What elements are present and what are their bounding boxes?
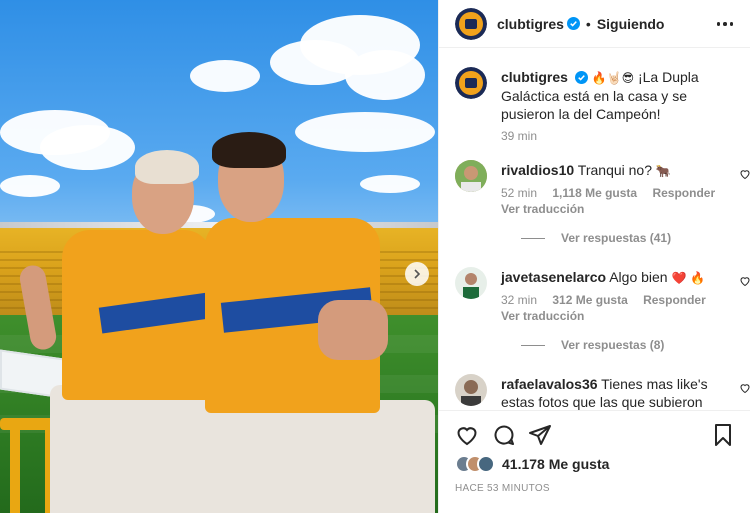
- comment-body: rivaldios10 Tranqui no? 🐂 52 min 1,118 M…: [501, 161, 731, 217]
- post-sidebar: clubtigres • Siguiendo clubtigres 🔥🤘🏻😎 ¡…: [438, 0, 750, 513]
- comment-emoji: 🐂: [655, 164, 671, 178]
- separator-dot: •: [585, 15, 591, 32]
- comment-username[interactable]: rivaldios10: [501, 162, 574, 178]
- liker-avatar: [477, 455, 495, 473]
- translate-button[interactable]: Ver traducción: [501, 308, 731, 324]
- view-replies-button[interactable]: Ver respuestas (41): [521, 231, 671, 245]
- replies-label[interactable]: Ver respuestas (41): [561, 231, 671, 245]
- cloud: [190, 60, 260, 92]
- comment-text: Algo bien: [609, 269, 668, 285]
- more-options-icon[interactable]: [715, 14, 735, 34]
- header-username[interactable]: clubtigres: [497, 16, 564, 32]
- verified-badge-icon: [574, 71, 588, 84]
- comment-icon[interactable]: [492, 423, 516, 447]
- comment-meta: 32 min 312 Me gusta Responder: [501, 292, 731, 308]
- heart-icon[interactable]: [739, 382, 750, 394]
- comment-likes[interactable]: 1,118 Me gusta: [552, 186, 637, 200]
- heart-icon[interactable]: [739, 275, 750, 287]
- avatar[interactable]: [455, 7, 487, 40]
- avatar[interactable]: [455, 374, 487, 406]
- caption-time: 39 min: [501, 129, 538, 143]
- avatar[interactable]: [455, 267, 487, 299]
- cloud: [295, 112, 435, 152]
- tigres-logo-icon: [455, 67, 487, 99]
- chevron-right-icon: [414, 269, 421, 279]
- pants: [200, 400, 435, 513]
- comment-body: rafaelavalos36 Tienes mas like's estas f…: [501, 375, 731, 410]
- verified-badge-icon: [566, 17, 580, 30]
- comment-emoji: ❤️ 🔥: [671, 271, 706, 285]
- share-icon[interactable]: [528, 423, 552, 447]
- post-header: clubtigres • Siguiendo: [439, 0, 750, 48]
- following-button[interactable]: Siguiendo: [597, 16, 665, 32]
- likes-count[interactable]: 41.178 Me gusta: [502, 456, 609, 472]
- comment-username[interactable]: rafaelavalos36: [501, 376, 598, 392]
- hair: [135, 150, 199, 184]
- user-avatar-icon: [455, 267, 487, 299]
- comment-body: javetasenelarco Algo bien ❤️ 🔥 32 min 31…: [501, 268, 731, 324]
- arm: [318, 300, 388, 360]
- reply-button[interactable]: Responder: [652, 186, 715, 200]
- rail: [10, 430, 20, 513]
- view-replies-button[interactable]: Ver respuestas (8): [521, 338, 664, 352]
- replies-label[interactable]: Ver respuestas (8): [561, 338, 664, 352]
- translate-button[interactable]: Ver traducción: [501, 201, 731, 217]
- cloud: [0, 175, 60, 197]
- avatar[interactable]: [455, 67, 487, 99]
- replies-divider: [521, 237, 545, 239]
- cloud: [360, 175, 420, 193]
- pants: [50, 385, 205, 513]
- heart-icon[interactable]: [739, 168, 750, 180]
- bookmark-icon[interactable]: [711, 423, 735, 447]
- comment-time: 52 min: [501, 186, 538, 200]
- comment-username[interactable]: javetasenelarco: [501, 269, 606, 285]
- caption-meta: 39 min: [501, 128, 731, 144]
- carousel-next-button[interactable]: [405, 262, 429, 286]
- likes-row[interactable]: 41.178 Me gusta: [455, 455, 609, 473]
- post-actions: 41.178 Me gusta HACE 53 MINUTOS: [439, 410, 750, 513]
- caption-emojis: 🔥🤘🏻😎: [591, 71, 635, 85]
- post-image[interactable]: [0, 0, 438, 513]
- comment-likes[interactable]: 312 Me gusta: [552, 293, 627, 307]
- comment-text: Tranqui no?: [577, 162, 652, 178]
- caption-username[interactable]: clubtigres: [501, 69, 568, 85]
- post-timestamp: HACE 53 MINUTOS: [455, 483, 550, 494]
- cloud: [40, 125, 135, 170]
- comment-meta: 52 min 1,118 Me gusta Responder: [501, 185, 731, 201]
- comments-section: clubtigres 🔥🤘🏻😎 ¡La Dupla Galáctica está…: [439, 49, 750, 410]
- heart-icon[interactable]: [455, 423, 479, 447]
- comment-time: 32 min: [501, 293, 538, 307]
- user-avatar-icon: [455, 374, 487, 406]
- hair: [212, 132, 286, 168]
- replies-divider: [521, 344, 545, 346]
- cloud: [345, 50, 425, 100]
- avatar[interactable]: [455, 160, 487, 192]
- user-avatar-icon: [455, 160, 487, 192]
- reply-button[interactable]: Responder: [643, 293, 706, 307]
- caption-body: clubtigres 🔥🤘🏻😎 ¡La Dupla Galáctica está…: [501, 68, 731, 144]
- tigres-logo-icon: [455, 7, 487, 40]
